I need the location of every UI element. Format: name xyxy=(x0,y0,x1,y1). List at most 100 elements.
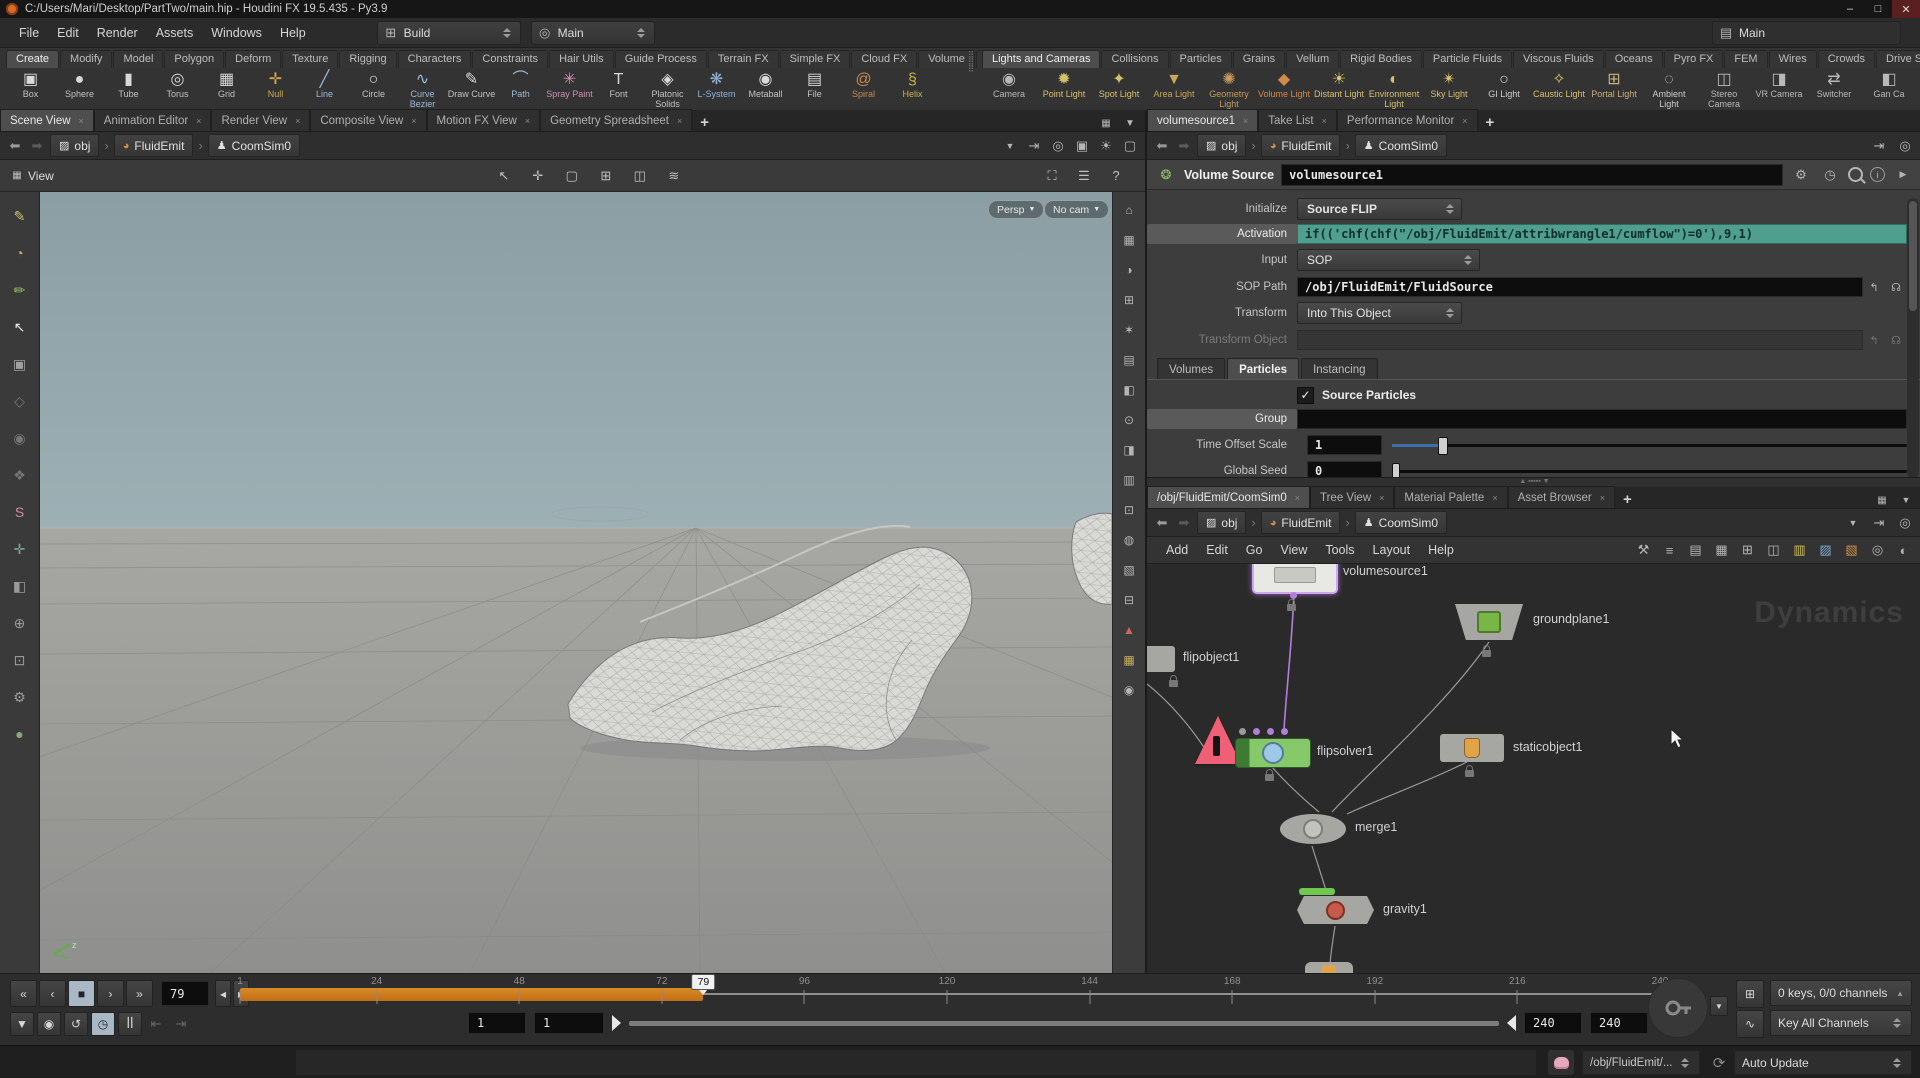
shelf-tab[interactable]: Modify xyxy=(60,50,112,68)
ruler-icon[interactable]: ≋ xyxy=(662,164,686,188)
pin-icon[interactable]: ⇥ xyxy=(1868,513,1890,533)
shelf-tool-button[interactable]: ⊞Portal Light xyxy=(1587,70,1641,100)
grid2-icon[interactable]: ▦ xyxy=(1120,652,1138,668)
network-menu-item[interactable]: Tools xyxy=(1316,540,1363,560)
path-level1[interactable]: ◕FluidEmit xyxy=(1261,511,1341,534)
shelf-tool-button[interactable]: ╱Line xyxy=(300,70,349,100)
layout-icon[interactable]: ◫ xyxy=(1765,540,1782,560)
shelf-tab[interactable]: Vellum xyxy=(1286,50,1339,68)
sop-path-field[interactable]: /obj/FluidEmit/FluidSource xyxy=(1297,277,1863,297)
next-key-icon[interactable]: ⇥ xyxy=(170,1014,192,1034)
refresh-icon[interactable]: ⟳ xyxy=(1708,1053,1730,1073)
shelf-tab[interactable]: Oceans xyxy=(1605,50,1663,68)
forward-icon[interactable]: ➡ xyxy=(1175,515,1193,531)
fill-tool-icon[interactable]: ◔ xyxy=(9,243,31,263)
time-offset-field[interactable]: 1 xyxy=(1307,435,1382,455)
shelf-tab[interactable]: Rigging xyxy=(339,50,396,68)
timeline-ruler[interactable]: 124487296120144168192216240 79 xyxy=(240,976,1660,1012)
param-tab[interactable]: Particles xyxy=(1227,358,1299,380)
tab-close-icon[interactable]: × xyxy=(525,116,530,126)
shelf-tool-button[interactable]: ◨VR Camera xyxy=(1752,70,1806,100)
warn-icon[interactable]: ▲ xyxy=(1120,622,1138,638)
pin-icon[interactable]: ⇥ xyxy=(1025,136,1043,156)
nudge-back-button[interactable]: ◂ xyxy=(215,980,231,1007)
current-frame-field[interactable]: 79 xyxy=(161,981,209,1006)
select-node-icon[interactable]: ☊ xyxy=(1885,330,1907,350)
shelf-tool-button[interactable]: ✹Point Light xyxy=(1037,70,1091,100)
loop-icon[interactable]: ↺ xyxy=(64,1012,88,1036)
key-all-channels-dropdown[interactable]: Key All Channels xyxy=(1770,1010,1912,1036)
forward-icon[interactable]: ➡ xyxy=(1175,138,1193,154)
node-type-icon[interactable]: ❂ xyxy=(1155,165,1177,185)
shelf-tab[interactable]: Pyro FX xyxy=(1664,50,1724,68)
close-button[interactable]: ✕ xyxy=(1892,0,1920,18)
param-tab[interactable]: Instancing xyxy=(1301,358,1377,380)
tab-close-icon[interactable]: × xyxy=(1492,493,1497,503)
hatch-icon[interactable]: ▧ xyxy=(1120,562,1138,578)
ghost-tool-icon[interactable]: ◇ xyxy=(9,391,31,411)
shelf-tab[interactable]: Texture xyxy=(282,50,338,68)
select-arrow-icon[interactable]: ↖ xyxy=(9,317,31,337)
ghost-tool-icon[interactable]: ◉ xyxy=(9,428,31,448)
lock-icon[interactable]: ▣ xyxy=(9,354,31,374)
menu-item[interactable]: Assets xyxy=(147,23,203,43)
shelf-tab[interactable]: Model xyxy=(113,50,163,68)
desktop-right-selector[interactable]: ▤ Main xyxy=(1712,21,1901,45)
jump-start-button[interactable]: « xyxy=(10,980,37,1007)
rows-icon[interactable]: ▥ xyxy=(1120,472,1138,488)
motion-fx-icon[interactable]: ∿ xyxy=(1736,1010,1764,1038)
shelf-tab[interactable]: Constraints xyxy=(472,50,548,68)
list-icon[interactable]: ▤ xyxy=(1687,540,1704,560)
character-tool-icon[interactable]: ◧ xyxy=(9,576,31,596)
pane-tab[interactable]: volumesource1× xyxy=(1147,109,1258,131)
menu-item[interactable]: Edit xyxy=(48,23,88,43)
pane-tab[interactable]: Scene View× xyxy=(0,109,94,131)
network-menu-item[interactable]: Layout xyxy=(1364,540,1420,560)
network-menu-item[interactable]: Add xyxy=(1157,540,1197,560)
node-input-dot[interactable] xyxy=(1267,728,1274,735)
tab-close-icon[interactable]: × xyxy=(1462,116,1467,126)
sculpt-tool-icon[interactable]: ✛ xyxy=(9,539,31,559)
shelf-tool-button[interactable]: ⌒Path xyxy=(496,70,545,100)
panel-icon[interactable]: ◨ xyxy=(1120,442,1138,458)
shelf-tab[interactable]: Create xyxy=(6,50,59,68)
pane-tab[interactable]: Render View× xyxy=(211,109,310,131)
transform-dropdown[interactable]: Into This Object xyxy=(1297,302,1462,324)
camera-pill[interactable]: No cam▼ xyxy=(1044,200,1109,219)
param-tab[interactable]: Volumes xyxy=(1157,358,1225,380)
pane-tab[interactable]: /obj/FluidEmit/CoomSim0× xyxy=(1147,486,1310,508)
path-menu-icon[interactable]: ▼ xyxy=(999,136,1021,156)
network-menu-item[interactable]: View xyxy=(1271,540,1316,560)
shelf-tool-button[interactable]: ❋L-System xyxy=(692,70,741,100)
desktop-selector[interactable]: ⊞ Build xyxy=(377,21,521,45)
main-take-selector[interactable]: ◎ Main xyxy=(531,21,655,45)
shelf-tool-button[interactable]: ▣Box xyxy=(6,70,55,100)
back-icon[interactable]: ⬅ xyxy=(1153,138,1171,154)
path-level2[interactable]: ♟CoomSim0 xyxy=(208,134,300,157)
tab-close-icon[interactable]: × xyxy=(1379,493,1384,503)
drop-tool-icon[interactable]: ● xyxy=(9,724,31,744)
shelf-tab[interactable]: Guide Process xyxy=(615,50,707,68)
keyframe-scope-icon[interactable]: ⊞ xyxy=(1736,980,1764,1008)
shelf-tool-button[interactable]: ✦Spot Light xyxy=(1092,70,1146,100)
node-groundplane1[interactable] xyxy=(1455,604,1523,640)
asset-box-icon[interactable]: ▧ xyxy=(1843,540,1860,560)
grid-icon[interactable]: ▦ xyxy=(1713,540,1730,560)
pane-layout-icon[interactable]: ▦ xyxy=(1098,115,1114,131)
time-offset-slider[interactable] xyxy=(1392,444,1907,447)
home-view-icon[interactable]: ⌂ xyxy=(1120,202,1138,218)
source-particles-checkbox[interactable]: ✓ xyxy=(1297,387,1314,404)
pin-icon[interactable]: ⇥ xyxy=(1868,136,1890,156)
radar-icon[interactable]: ◎ xyxy=(1894,513,1916,533)
shelf-tab[interactable]: Wires xyxy=(1769,50,1817,68)
shelf-tab[interactable]: Terrain FX xyxy=(708,50,779,68)
view-menu[interactable]: View xyxy=(28,169,54,183)
search-icon[interactable]: ◎ xyxy=(1869,540,1886,560)
pane-tab[interactable]: Material Palette× xyxy=(1394,486,1507,508)
tab-close-icon[interactable]: × xyxy=(79,116,84,126)
shelf-tool-button[interactable]: TFont xyxy=(594,70,643,100)
shelf-tool-button[interactable]: ◈Platonic Solids xyxy=(643,70,692,109)
shelf-tab[interactable]: Grains xyxy=(1233,50,1285,68)
shelf-tab[interactable]: Cloud FX xyxy=(851,50,917,68)
shelf-tool-button[interactable]: ✴Sky Light xyxy=(1422,70,1476,100)
